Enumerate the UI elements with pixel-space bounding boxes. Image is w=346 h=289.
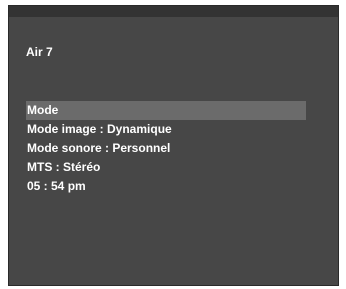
menu-item-mts[interactable]: MTS : Stéréo [26,158,306,177]
menu-item-mode[interactable]: Mode [26,101,306,120]
info-menu: Mode Mode image : Dynamique Mode sonore … [26,101,306,196]
menu-item-sound-mode[interactable]: Mode sonore : Personnel [26,139,306,158]
menu-item-clock: 05 : 54 pm [27,179,86,193]
tv-info-screen: Air 7 Mode Mode image : Dynamique Mode s… [8,5,339,286]
menu-item-picture-mode[interactable]: Mode image : Dynamique [26,120,306,139]
top-strip [9,6,338,17]
channel-label: Air 7 [26,45,53,59]
